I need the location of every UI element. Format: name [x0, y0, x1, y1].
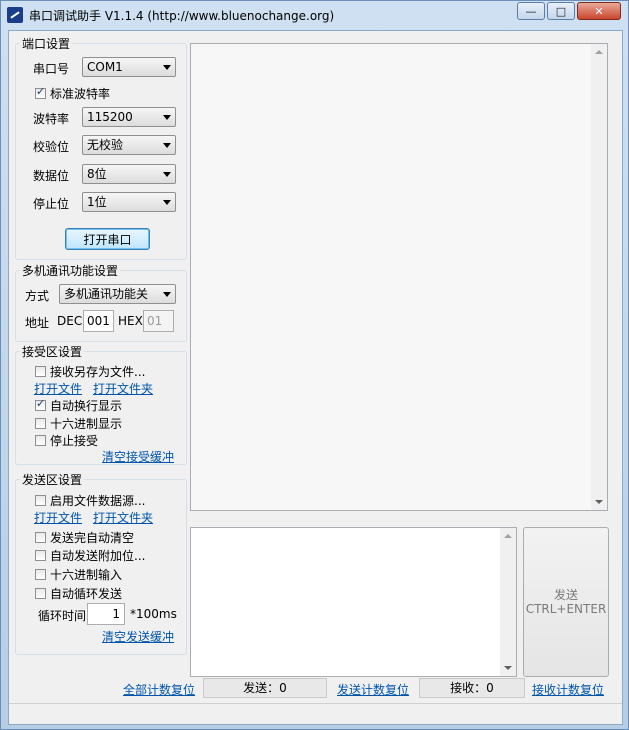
auto-newline-label: 自动换行显示: [50, 399, 123, 413]
send-textarea[interactable]: [190, 527, 517, 677]
chevron-down-icon: [163, 200, 171, 205]
chevron-down-icon: [163, 115, 171, 120]
file-source-label: 启用文件数据源...: [50, 494, 146, 508]
port-settings-legend: 端口设置: [22, 37, 71, 51]
port-value: COM1: [87, 60, 123, 74]
minimize-button[interactable]: —: [517, 2, 545, 20]
hex-input-label: 十六进制输入: [50, 568, 123, 582]
standard-baud-checkbox[interactable]: 标准波特率: [35, 85, 110, 102]
scroll-up-icon: [595, 50, 603, 54]
receive-settings-legend: 接受区设置: [22, 345, 83, 359]
chevron-down-icon: [163, 143, 171, 148]
reset-all-link[interactable]: 全部计数复位: [123, 681, 195, 698]
checkbox-icon: [35, 569, 46, 580]
file-source-checkbox[interactable]: 启用文件数据源...: [35, 492, 145, 509]
send-button[interactable]: 发送 CTRL+ENTER: [523, 527, 609, 677]
window-title: 串口调试助手 V1.1.4 (http://www.bluenochange.o…: [29, 9, 335, 23]
checkbox-icon: [35, 435, 46, 446]
send-button-shortcut: CTRL+ENTER: [525, 602, 607, 616]
standard-baud-label: 标准波特率: [50, 87, 111, 101]
auto-append-checkbox[interactable]: 自动发送附加位...: [35, 547, 145, 564]
address-label: 地址: [25, 316, 50, 330]
receive-scrollbar[interactable]: [591, 44, 607, 510]
mode-label: 方式: [25, 289, 50, 303]
checkbox-checked-icon: [35, 397, 46, 411]
client-area: 端口设置 串口号 COM1 标准波特率 波特率 115200 校验位 无校验 数…: [8, 30, 623, 725]
baud-value: 115200: [87, 110, 133, 124]
loop-send-label: 自动循环发送: [50, 587, 123, 601]
checkbox-checked-icon: [35, 85, 46, 99]
baud-label: 波特率: [33, 112, 70, 126]
loop-unit-label: *100ms: [130, 607, 177, 621]
hex-display-checkbox[interactable]: 十六进制显示: [35, 415, 122, 432]
loop-time-label: 循环时间: [38, 609, 87, 623]
reset-recv-link[interactable]: 接收计数复位: [532, 681, 604, 698]
stopbits-label: 停止位: [33, 197, 70, 211]
scroll-down-icon: [595, 500, 603, 504]
send-open-file-link[interactable]: 打开文件: [34, 509, 82, 526]
clear-send-link[interactable]: 清空发送缓冲: [102, 628, 174, 645]
stopbits-select[interactable]: 1位: [82, 192, 176, 212]
scroll-up-icon: [504, 534, 512, 538]
loop-time-input[interactable]: 1: [87, 603, 125, 625]
databits-select[interactable]: 8位: [82, 164, 176, 184]
dec-input[interactable]: 001: [83, 310, 114, 332]
hex-input-checkbox[interactable]: 十六进制输入: [35, 566, 122, 583]
multi-settings-legend: 多机通讯功能设置: [22, 264, 119, 278]
send-count: 发送：0: [203, 678, 327, 698]
receive-textarea[interactable]: [190, 43, 608, 511]
port-label: 串口号: [33, 62, 70, 76]
send-scrollbar[interactable]: [500, 528, 516, 676]
chevron-down-icon: [163, 292, 171, 297]
parity-label: 校验位: [33, 140, 70, 154]
recv-count: 接收：0: [419, 678, 525, 698]
checkbox-icon: [35, 532, 46, 543]
open-folder-link[interactable]: 打开文件夹: [93, 380, 153, 397]
app-window: 串口调试助手 V1.1.4 (http://www.bluenochange.o…: [0, 0, 629, 730]
maximize-button[interactable]: □: [547, 2, 575, 20]
hex-display-label: 十六进制显示: [50, 417, 123, 431]
hex-input[interactable]: 01: [143, 310, 174, 332]
open-port-button[interactable]: 打开串口: [65, 228, 150, 250]
open-file-link[interactable]: 打开文件: [34, 380, 82, 397]
mode-select[interactable]: 多机通讯功能关: [59, 284, 176, 304]
chevron-down-icon: [163, 65, 171, 70]
auto-clear-label: 发送完自动清空: [50, 531, 135, 545]
stop-receive-label: 停止接受: [50, 434, 99, 448]
loop-send-checkbox[interactable]: 自动循环发送: [35, 585, 122, 602]
mode-value: 多机通讯功能关: [64, 287, 149, 301]
parity-value: 无校验: [87, 138, 124, 152]
save-to-file-checkbox[interactable]: 接收另存为文件...: [35, 363, 145, 380]
checkbox-icon: [35, 588, 46, 599]
dec-label: DEC: [57, 314, 83, 328]
checkbox-icon: [35, 550, 46, 561]
baud-select[interactable]: 115200: [82, 107, 176, 127]
app-logo-icon: [7, 7, 23, 23]
stopbits-value: 1位: [87, 195, 107, 209]
reset-send-link[interactable]: 发送计数复位: [337, 681, 409, 698]
status-bar: [9, 703, 622, 724]
checkbox-icon: [35, 366, 46, 377]
auto-newline-checkbox[interactable]: 自动换行显示: [35, 397, 122, 414]
stop-receive-checkbox[interactable]: 停止接受: [35, 432, 98, 449]
clear-receive-link[interactable]: 清空接受缓冲: [102, 448, 174, 465]
close-button[interactable]: ✕: [577, 2, 621, 20]
chevron-down-icon: [163, 172, 171, 177]
auto-clear-checkbox[interactable]: 发送完自动清空: [35, 529, 134, 546]
auto-append-label: 自动发送附加位...: [50, 549, 146, 563]
databits-label: 数据位: [33, 169, 70, 183]
send-open-folder-link[interactable]: 打开文件夹: [93, 509, 153, 526]
send-button-label: 发送: [553, 588, 578, 602]
hex-label: HEX: [118, 314, 143, 328]
save-to-file-label: 接收另存为文件...: [50, 365, 146, 379]
title-bar[interactable]: 串口调试助手 V1.1.4 (http://www.bluenochange.o…: [1, 1, 628, 29]
scroll-down-icon: [504, 666, 512, 670]
send-settings-legend: 发送区设置: [22, 473, 83, 487]
parity-select[interactable]: 无校验: [82, 135, 176, 155]
checkbox-icon: [35, 495, 46, 506]
port-select[interactable]: COM1: [82, 57, 176, 77]
databits-value: 8位: [87, 167, 107, 181]
checkbox-icon: [35, 418, 46, 429]
